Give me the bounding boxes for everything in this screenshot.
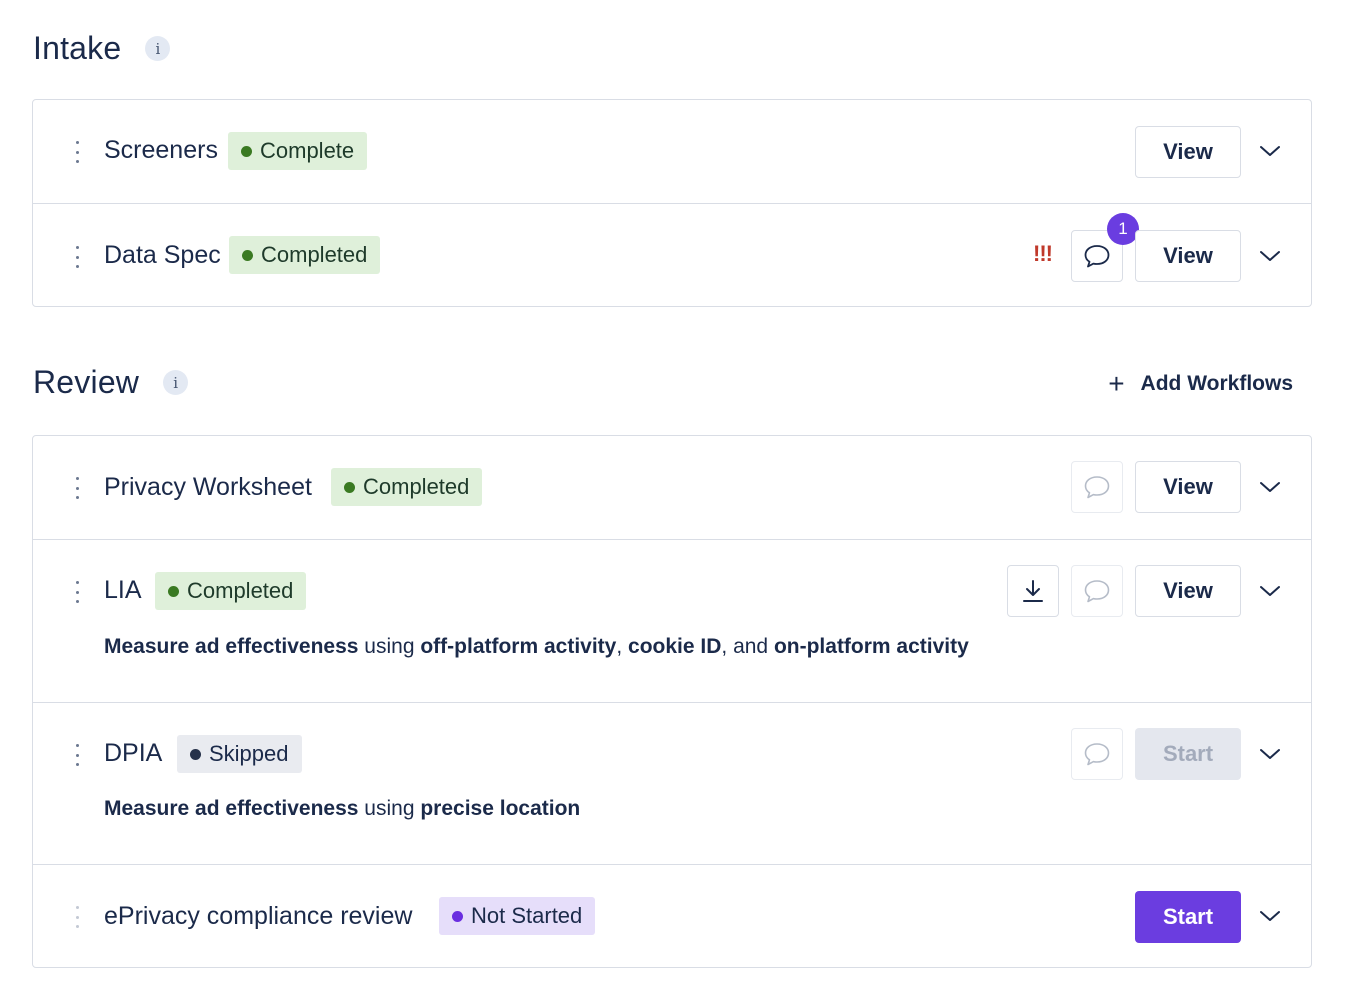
status-badge: Complete — [228, 132, 368, 170]
desc-data-category: cookie ID — [628, 635, 722, 658]
comment-button[interactable] — [1071, 461, 1123, 513]
status-dot-icon — [344, 481, 355, 493]
chevron-down-icon[interactable] — [1257, 243, 1283, 269]
workflow-name: Screeners — [104, 136, 218, 164]
desc-connector: , and — [721, 635, 774, 658]
view-button[interactable]: View — [1135, 461, 1241, 513]
status-label: Completed — [187, 578, 294, 603]
drag-handle-icon[interactable] — [74, 581, 80, 603]
drag-handle-icon[interactable] — [74, 141, 80, 163]
info-icon[interactable]: i — [163, 370, 189, 395]
workflow-row-privacy-worksheet: Privacy Worksheet Completed View — [33, 436, 1311, 539]
workflow-description: Measure ad effectiveness using off-platf… — [104, 635, 969, 659]
workflow-name: ePrivacy compliance review — [104, 902, 413, 930]
status-label: Completed — [261, 242, 368, 267]
workflow-row-lia: LIA Completed View Measure ad effectiven… — [33, 539, 1311, 702]
intake-header: Intake i — [33, 30, 171, 67]
desc-data-category: off-platform activity — [420, 635, 617, 658]
review-card: Privacy Worksheet Completed View LIA Com… — [32, 435, 1312, 968]
view-button[interactable]: View — [1135, 126, 1241, 178]
status-dot-icon — [452, 910, 463, 922]
workflow-name: Data Spec — [104, 241, 221, 269]
download-icon — [1023, 580, 1043, 602]
intake-card: Screeners Complete View Data Spec Comple… — [32, 99, 1312, 307]
comment-icon — [1084, 476, 1110, 499]
status-label: Completed — [363, 474, 470, 499]
workflow-name: Privacy Worksheet — [104, 473, 312, 501]
view-button[interactable]: View — [1135, 230, 1241, 282]
desc-connector: using — [358, 797, 421, 820]
chevron-down-icon[interactable] — [1257, 903, 1283, 929]
desc-connector: using — [358, 635, 421, 658]
info-icon[interactable]: i — [145, 36, 171, 61]
review-header: Review i — [33, 364, 189, 401]
add-workflows-label: Add Workflows — [1140, 372, 1293, 395]
workflow-name: DPIA — [104, 739, 163, 767]
chevron-down-icon[interactable] — [1257, 138, 1283, 164]
drag-handle-icon[interactable] — [74, 906, 80, 928]
desc-connector: , — [616, 635, 629, 658]
comment-icon — [1084, 580, 1110, 603]
status-dot-icon — [242, 249, 253, 261]
drag-handle-icon[interactable] — [74, 246, 80, 268]
comment-icon — [1084, 245, 1110, 268]
status-badge: Not Started — [439, 897, 596, 935]
desc-data-category: precise location — [420, 797, 581, 820]
chevron-down-icon[interactable] — [1257, 474, 1283, 500]
download-button[interactable] — [1007, 565, 1059, 617]
desc-purpose: Measure ad effectiveness — [104, 797, 359, 820]
priority-alert-icon: !!! — [1033, 241, 1053, 266]
status-label: Complete — [260, 138, 355, 163]
desc-purpose: Measure ad effectiveness — [104, 635, 359, 658]
status-badge: Skipped — [177, 735, 302, 773]
start-button[interactable]: Start — [1135, 891, 1241, 943]
comment-button[interactable] — [1071, 728, 1123, 780]
workflow-row-data-spec: Data Spec Completed !!! 1 View — [33, 203, 1311, 307]
workflow-row-dpia: DPIA Skipped Start Measure ad effectiven… — [33, 702, 1311, 864]
workflow-row-screeners: Screeners Complete View — [33, 100, 1311, 203]
desc-data-category: on-platform activity — [773, 635, 969, 658]
drag-handle-icon[interactable] — [74, 744, 80, 766]
status-dot-icon — [190, 748, 201, 760]
workflow-name: LIA — [104, 576, 142, 604]
status-dot-icon — [241, 145, 252, 157]
status-label: Not Started — [471, 903, 583, 928]
section-title-intake: Intake — [33, 30, 122, 66]
chevron-down-icon[interactable] — [1257, 578, 1283, 604]
chevron-down-icon[interactable] — [1257, 741, 1283, 767]
view-button[interactable]: View — [1135, 565, 1241, 617]
status-dot-icon — [168, 585, 179, 597]
status-badge: Completed — [229, 236, 381, 274]
status-label: Skipped — [209, 741, 289, 766]
plus-icon: + — [1108, 368, 1125, 399]
workflow-row-eprivacy: ePrivacy compliance review Not Started S… — [33, 864, 1311, 967]
add-workflows-button[interactable]: + Add Workflows — [1108, 370, 1293, 398]
comment-icon — [1084, 743, 1110, 766]
drag-handle-icon[interactable] — [74, 477, 80, 499]
workflow-description: Measure ad effectiveness using precise l… — [104, 797, 580, 821]
status-badge: Completed — [155, 572, 307, 610]
section-title-review: Review — [33, 364, 140, 400]
comment-button[interactable] — [1071, 565, 1123, 617]
status-badge: Completed — [331, 468, 483, 506]
start-button[interactable]: Start — [1135, 728, 1241, 780]
